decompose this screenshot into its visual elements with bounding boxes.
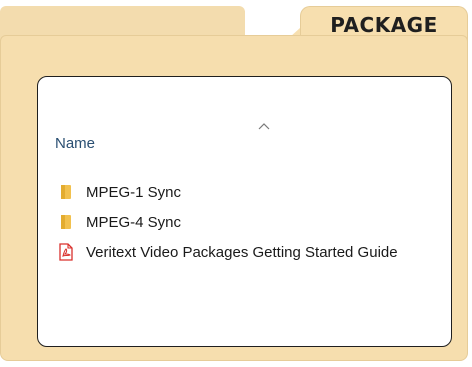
package-folder-graphic: PACKAGE Name MPEG-1 Sync MPEG-4 Sync Ver… [0, 0, 472, 367]
name-column-header[interactable]: Name [55, 135, 95, 152]
item-label: Veritext Video Packages Getting Started … [86, 243, 398, 261]
folder-icon [58, 183, 74, 201]
item-label: MPEG-4 Sync [86, 213, 182, 231]
file-explorer-panel: Name MPEG-1 Sync MPEG-4 Sync Veritext Vi… [37, 76, 452, 347]
chevron-up-icon[interactable] [258, 122, 270, 130]
file-list: MPEG-1 Sync MPEG-4 Sync Veritext Video P… [58, 177, 398, 267]
folder-tab-label: PACKAGE [330, 13, 438, 37]
list-item-mpeg1-sync[interactable]: MPEG-1 Sync [58, 177, 398, 207]
list-item-mpeg4-sync[interactable]: MPEG-4 Sync [58, 207, 398, 237]
list-item-getting-started-guide[interactable]: Veritext Video Packages Getting Started … [58, 237, 398, 267]
item-label: MPEG-1 Sync [86, 183, 182, 201]
pdf-file-icon [58, 243, 74, 261]
folder-icon [58, 213, 74, 231]
